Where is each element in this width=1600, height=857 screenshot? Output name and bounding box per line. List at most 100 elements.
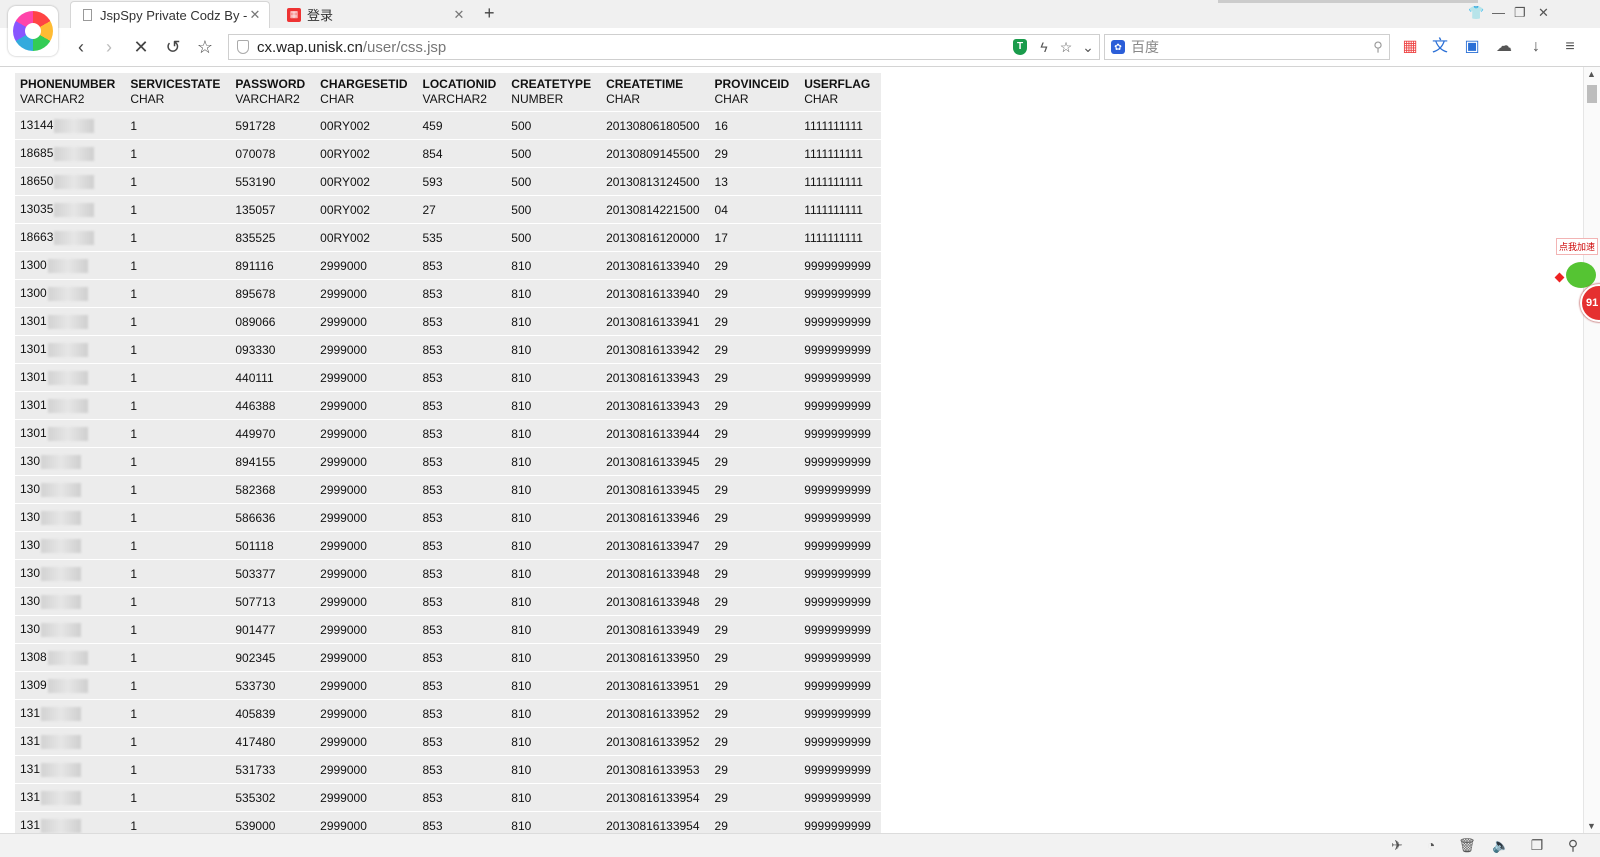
table-cell: 20130816133954 xyxy=(601,811,710,833)
column-header: CREATETIME CHAR xyxy=(601,73,710,112)
table-cell: 13 xyxy=(709,167,800,196)
cell-value: 131 xyxy=(20,790,41,805)
download-icon[interactable]: ↓ xyxy=(1526,37,1546,57)
speed-icon[interactable]: ◔ xyxy=(1422,837,1440,853)
cell-value: 1 xyxy=(130,818,138,833)
skin-icon[interactable]: 👕 xyxy=(1468,5,1484,21)
vertical-scrollbar[interactable]: ▲ ▼ xyxy=(1583,67,1600,833)
table-cell: 135057 xyxy=(230,195,316,224)
cell-value: 13 xyxy=(714,174,728,189)
url-text[interactable]: cx.wap.unisk.cn/user/css.jsp xyxy=(257,39,1013,56)
cell-value: 29 xyxy=(714,286,728,301)
search-box[interactable]: ✿ 百度 ⚲ xyxy=(1104,34,1390,60)
table-cell: 130 xyxy=(15,559,126,588)
table-cell: 29 xyxy=(709,811,800,833)
security-shield-icon xyxy=(237,40,249,54)
cell-value: 1301 xyxy=(20,342,47,357)
table-cell: 9999999999 xyxy=(799,727,881,756)
cell-value: 1 xyxy=(130,370,138,385)
cell-value: 13035 xyxy=(20,202,54,217)
minimize-icon[interactable]: — xyxy=(1492,5,1505,20)
table-cell: 18663 xyxy=(15,223,126,252)
redaction-blur xyxy=(54,146,95,161)
cell-value: 853 xyxy=(422,622,443,637)
address-bar[interactable]: cx.wap.unisk.cn/user/css.jsp T ϟ ☆ ⌄ xyxy=(228,34,1100,60)
cloud-icon[interactable]: ☁ xyxy=(1494,37,1514,57)
back-button[interactable]: ‹ xyxy=(70,36,92,58)
bookmark-star-icon[interactable]: ☆ xyxy=(194,36,216,58)
cell-value: 9999999999 xyxy=(804,678,871,693)
forward-button[interactable]: › xyxy=(98,36,120,58)
window-close-icon[interactable]: ✕ xyxy=(1538,5,1549,21)
trash-icon[interactable]: 🗑 xyxy=(1458,837,1476,854)
cell-value: 810 xyxy=(511,622,532,637)
table-cell: 20130816133948 xyxy=(601,559,710,588)
status-bar: ✈ ◔ 🗑 🔈 ❐ ⚲ xyxy=(0,833,1600,857)
cell-value: 9999999999 xyxy=(804,510,871,525)
translate-icon[interactable]: 文 xyxy=(1430,37,1450,57)
cell-value: 18650 xyxy=(20,174,54,189)
search-input[interactable]: 百度 xyxy=(1131,37,1367,57)
redaction-blur xyxy=(41,510,82,525)
table-cell: 20130816133954 xyxy=(601,783,710,812)
cell-value: 9999999999 xyxy=(804,454,871,469)
table-row: 1301 1 440111 2999000 853 810 20130816133943 29… xyxy=(15,363,881,392)
table-cell: 00RY002 xyxy=(315,139,418,168)
apps-grid-icon[interactable]: ▦ xyxy=(1400,37,1420,57)
speedup-widget[interactable]: 点我加速 91 xyxy=(1552,234,1600,330)
cell-value: 29 xyxy=(714,594,728,609)
cell-value: 131 xyxy=(20,762,41,777)
menu-icon[interactable]: ≡ xyxy=(1560,37,1580,57)
search-icon[interactable]: ⚲ xyxy=(1367,39,1389,55)
restore-icon[interactable]: ❐ xyxy=(1514,5,1526,21)
close-icon[interactable]: ✕ xyxy=(451,7,467,23)
reload-button[interactable]: ↺ xyxy=(162,36,184,58)
tab-jspspy[interactable]: JspSpy Private Codz By - I ✕ xyxy=(70,1,270,28)
lightning-icon[interactable]: ϟ xyxy=(1033,39,1055,55)
window-icon[interactable]: ❐ xyxy=(1528,837,1546,854)
scroll-down-icon[interactable]: ▼ xyxy=(1587,821,1596,831)
cell-value: 1 xyxy=(130,650,138,665)
scroll-up-icon[interactable]: ▲ xyxy=(1587,69,1596,79)
table-cell: 810 xyxy=(506,671,602,700)
tab-login[interactable]: ▦ 登录 ✕ xyxy=(278,1,473,28)
cell-value: 853 xyxy=(422,650,443,665)
cell-value: 20130816133941 xyxy=(606,314,700,329)
cell-value: 29 xyxy=(714,678,728,693)
table-cell: 586636 xyxy=(230,503,316,532)
cell-value: 810 xyxy=(511,734,532,749)
pin-icon[interactable]: ✈ xyxy=(1388,837,1406,854)
column-type: VARCHAR2 xyxy=(20,92,85,106)
chevron-down-icon[interactable]: ⌄ xyxy=(1077,39,1099,56)
new-tab-button[interactable]: + xyxy=(484,3,495,24)
scrollbar-thumb[interactable] xyxy=(1587,85,1597,103)
screenshot-icon[interactable]: ▣ xyxy=(1462,37,1482,57)
navigation-bar: ‹ › ✕ ↺ ☆ cx.wap.unisk.cn/user/css.jsp T… xyxy=(0,28,1600,67)
cell-value: 853 xyxy=(422,762,443,777)
volume-icon[interactable]: 🔈 xyxy=(1492,837,1510,854)
favorite-star-icon[interactable]: ☆ xyxy=(1055,39,1077,56)
table-cell: 1 xyxy=(125,111,231,140)
table-cell: 9999999999 xyxy=(799,447,881,476)
table-cell: 853 xyxy=(417,755,507,784)
table-header-row: PHONENUMBER VARCHAR2 SERVICESTATE CHAR PASSW… xyxy=(15,73,881,112)
cell-value: 853 xyxy=(422,734,443,749)
table-cell: 1111111111 xyxy=(799,139,881,168)
speedup-badge[interactable]: 91 xyxy=(1580,284,1600,322)
table-cell: 29 xyxy=(709,139,800,168)
table-cell: 9999999999 xyxy=(799,503,881,532)
redaction-blur xyxy=(41,818,82,833)
stop-button[interactable]: ✕ xyxy=(130,36,152,58)
browser-logo[interactable] xyxy=(8,6,58,56)
cell-value: 449970 xyxy=(235,426,276,441)
cell-value: 1 xyxy=(130,734,138,749)
security-green-shield-icon[interactable]: T xyxy=(1013,39,1027,55)
cell-value: 070078 xyxy=(235,146,276,161)
cell-value: 2999000 xyxy=(320,342,367,357)
close-icon[interactable]: ✕ xyxy=(247,7,263,23)
cell-value: 2999000 xyxy=(320,538,367,553)
zoom-icon[interactable]: ⚲ xyxy=(1564,837,1582,854)
cell-value: 29 xyxy=(714,762,728,777)
table-cell: 417480 xyxy=(230,727,316,756)
table-cell: 2999000 xyxy=(315,699,418,728)
